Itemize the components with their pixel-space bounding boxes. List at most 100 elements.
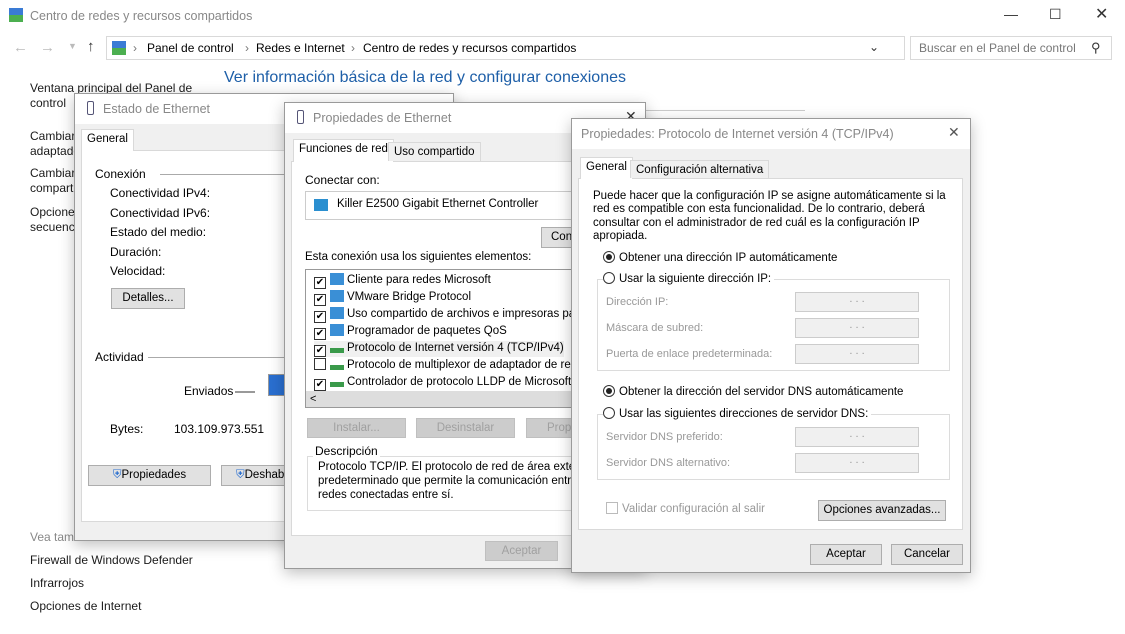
tab-alternate-config[interactable]: Configuración alternativa	[630, 160, 770, 178]
intro-line: consultar con el administrador de red cu…	[593, 216, 920, 229]
intro-line: red es compatible con esta funcionalidad…	[593, 203, 925, 216]
component-label: Cliente para redes Microsoft	[347, 274, 491, 286]
description-text: predeterminado que permite la comunicaci…	[318, 475, 612, 487]
checkbox-checked-icon[interactable]: ✔	[314, 328, 326, 340]
ip-address-input[interactable]: . . .	[795, 292, 919, 312]
breadcrumb-separator: ›	[133, 41, 137, 55]
ip-address-label: Dirección IP:	[606, 296, 669, 308]
search-input[interactable]: Buscar en el Panel de control ⚲	[910, 36, 1112, 60]
breadcrumb-separator: ›	[245, 41, 249, 55]
breadcrumb-redes-internet[interactable]: Redes e Internet	[256, 41, 345, 55]
search-icon: ⚲	[1091, 40, 1101, 55]
protocol-icon	[330, 375, 344, 387]
network-adapter-icon	[314, 199, 328, 211]
component-label: Controlador de protocolo LLDP de Microso…	[347, 376, 572, 388]
component-list-item[interactable]: ✔ Protocolo de Internet versión 4 (TCP/IP…	[314, 341, 564, 357]
field-label: Estado del medio:	[110, 225, 207, 239]
advanced-options-button[interactable]: Opciones avanzadas...	[818, 500, 946, 521]
checkbox-checked-icon[interactable]: ✔	[314, 379, 326, 391]
radio-dns-manual[interactable]: Usar las siguientes direcciones de servi…	[603, 407, 872, 420]
close-button[interactable]: ✕	[1095, 4, 1108, 24]
radio-ip-manual[interactable]: Usar la siguiente dirección IP:	[603, 272, 775, 285]
maximize-button[interactable]: ☐	[1049, 6, 1062, 23]
tab-sharing[interactable]: Uso compartido	[388, 142, 481, 161]
control-panel-icon	[112, 41, 126, 55]
radio-label: Usar la siguiente dirección IP:	[619, 273, 772, 285]
radio-label: Obtener la dirección del servidor DNS au…	[619, 386, 904, 398]
component-list-item[interactable]: ✔ VMware Bridge Protocol	[314, 290, 471, 306]
description-text: redes conectadas entre sí.	[318, 489, 454, 501]
field-label: Velocidad:	[110, 264, 166, 278]
cancel-button[interactable]: Cancelar	[891, 544, 963, 565]
component-list-item[interactable]: ✔ Programador de paquetes QoS	[314, 324, 507, 340]
component-list-item[interactable]: ✔ Cliente para redes Microsoft	[314, 273, 491, 289]
checkbox-unchecked-icon[interactable]	[314, 358, 326, 370]
ok-button[interactable]: Aceptar	[810, 544, 882, 565]
field-label: Conectividad IPv4:	[110, 186, 211, 200]
see-also-internet-options[interactable]: Opciones de Internet	[30, 599, 141, 613]
network-client-icon	[330, 290, 344, 302]
checkbox-label: Validar configuración al salir	[622, 503, 765, 515]
gateway-input[interactable]: . . .	[795, 344, 919, 364]
uninstall-button[interactable]: Desinstalar	[416, 418, 515, 438]
up-icon[interactable]: ↑	[87, 38, 95, 55]
minimize-button[interactable]: —	[1004, 6, 1018, 22]
checkbox-checked-icon[interactable]: ✔	[314, 294, 326, 306]
description-label: Descripción	[313, 444, 380, 458]
address-bar[interactable]: › Panel de control › Redes e Internet › …	[106, 36, 905, 60]
subnet-mask-input[interactable]: . . .	[795, 318, 919, 338]
back-icon[interactable]: ←	[13, 39, 28, 56]
shield-icon: ⛨	[236, 469, 245, 481]
intro-line: apropiada.	[593, 229, 648, 242]
protocol-icon	[330, 341, 344, 353]
intro-line: Puede hacer que la configuración IP se a…	[593, 190, 946, 202]
button-label: Propiedades	[121, 469, 187, 481]
connection-section-label: Conexión	[95, 167, 146, 181]
tab-general[interactable]: General	[580, 157, 633, 179]
checkbox-checked-icon[interactable]: ✔	[314, 277, 326, 289]
items-label: Esta conexión usa los siguientes element…	[305, 251, 532, 263]
component-list-item[interactable]: ✔ Controlador de protocolo LLDP de Micros…	[314, 375, 571, 391]
ok-button[interactable]: Aceptar	[485, 541, 558, 561]
properties-button[interactable]: ⛨Propiedades	[88, 465, 211, 486]
ethernet-icon	[297, 110, 304, 124]
radio-label: Obtener una dirección IP automáticamente	[619, 252, 838, 264]
breadcrumb-separator: ›	[351, 41, 355, 55]
preferred-dns-label: Servidor DNS preferido:	[606, 431, 723, 443]
connect-with-label: Conectar con:	[305, 173, 380, 187]
details-button[interactable]: Detalles...	[111, 288, 185, 309]
network-client-icon	[330, 273, 344, 285]
sent-label: Enviados	[184, 384, 234, 398]
breadcrumb-panel-de-control[interactable]: Panel de control	[147, 41, 234, 55]
radio-ip-auto[interactable]: Obtener una dirección IP automáticamente	[603, 251, 837, 264]
field-label: Conectividad IPv6:	[110, 206, 211, 220]
radio-dns-auto[interactable]: Obtener la dirección del servidor DNS au…	[603, 385, 903, 398]
protocol-icon	[330, 358, 344, 370]
preferred-dns-input[interactable]: . . .	[795, 427, 919, 447]
shield-icon: ⛨	[112, 469, 122, 481]
alternate-dns-input[interactable]: . . .	[795, 453, 919, 473]
install-button[interactable]: Instalar...	[307, 418, 406, 438]
checkbox-icon	[606, 502, 618, 514]
dialog-title: Estado de Ethernet	[103, 102, 211, 116]
intro-text: Puede hacer que la configuración IP se a…	[593, 190, 946, 243]
search-placeholder: Buscar en el Panel de control	[919, 41, 1076, 55]
ethernet-icon	[87, 101, 94, 115]
checkbox-checked-icon[interactable]: ✔	[314, 311, 326, 323]
tab-network-functions[interactable]: Funciones de red	[293, 139, 394, 162]
activity-section-label: Actividad	[95, 350, 144, 364]
radio-selected-icon	[603, 385, 615, 397]
radio-unselected-icon	[603, 407, 615, 419]
forward-icon[interactable]: →	[40, 39, 55, 56]
network-center-icon	[9, 8, 23, 22]
see-also-infrared[interactable]: Infrarrojos	[30, 576, 84, 590]
address-dropdown-icon[interactable]: ⌄	[869, 40, 879, 54]
tab-general[interactable]: General	[81, 129, 134, 151]
breadcrumb-centro-redes[interactable]: Centro de redes y recursos compartidos	[363, 41, 576, 55]
recent-dropdown-icon[interactable]: ▼	[68, 41, 77, 51]
see-also-firewall[interactable]: Firewall de Windows Defender	[30, 553, 193, 567]
validate-checkbox[interactable]: Validar configuración al salir	[606, 502, 765, 515]
close-button[interactable]: ✕	[948, 124, 960, 141]
scroll-left-icon[interactable]: <	[310, 393, 316, 405]
checkbox-checked-icon[interactable]: ✔	[314, 345, 326, 357]
